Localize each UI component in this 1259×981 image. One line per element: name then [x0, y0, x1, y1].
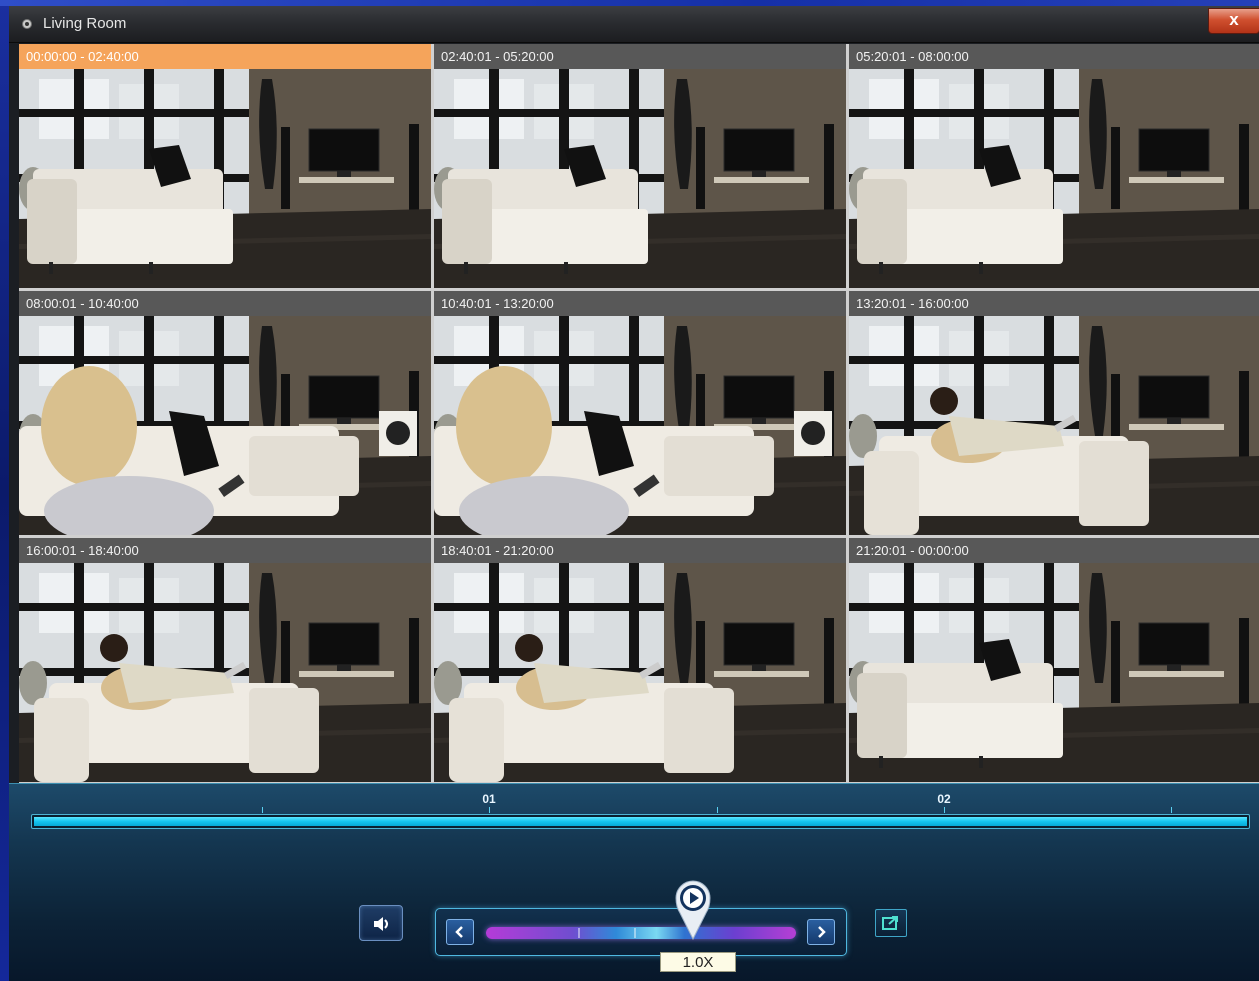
sound-button[interactable] [359, 905, 403, 941]
thumbnail-time-range: 10:40:01 - 13:20:00 [434, 291, 846, 316]
app-icon [22, 19, 32, 29]
close-button[interactable]: x [1208, 8, 1259, 34]
camera-snapshot [434, 563, 846, 782]
thumbnail-time-range: 02:40:01 - 05:20:00 [434, 44, 846, 69]
timeline-label-1: 01 [482, 792, 496, 806]
speed-track-mark [578, 928, 580, 938]
thumbnail-time-range: 21:20:01 - 00:00:00 [849, 538, 1259, 563]
camera-snapshot [434, 316, 846, 535]
desktop-frame-left [0, 0, 9, 981]
timeline-tick [489, 807, 490, 813]
speed-track-mark [634, 928, 636, 938]
camera-snapshot [19, 69, 431, 288]
timeline-tick [1171, 807, 1172, 813]
timeline-label-2: 02 [937, 792, 951, 806]
timeline-fill [34, 817, 1247, 826]
thumbnail-grid: 00:00:00 - 02:40:00 02:40:01 - 05:20:00 05… [19, 44, 1259, 784]
camera-snapshot [849, 69, 1259, 288]
camera-snapshot [19, 563, 431, 782]
title-bar[interactable]: Living Room x [9, 6, 1259, 43]
thumbnail-time-range: 16:00:01 - 18:40:00 [19, 538, 431, 563]
timeline-tick [262, 807, 263, 813]
camera-snapshot [849, 316, 1259, 535]
thumbnail-time-range: 18:40:01 - 21:20:00 [434, 538, 846, 563]
speed-value-label: 1.0X [660, 952, 736, 972]
playback-controls: 01 02 1.0X [9, 783, 1259, 981]
thumbnail-cell[interactable]: 16:00:01 - 18:40:00 [19, 538, 431, 782]
speed-control [435, 908, 847, 956]
export-button[interactable] [875, 909, 907, 937]
camera-snapshot [434, 69, 846, 288]
speed-down-button[interactable] [446, 919, 474, 945]
thumbnail-time-range: 13:20:01 - 16:00:00 [849, 291, 1259, 316]
player-window: Living Room x 00:00:00 - 02:40:00 02:40:0… [9, 6, 1259, 981]
thumbnail-cell[interactable]: 13:20:01 - 16:00:00 [849, 291, 1259, 535]
speed-slider-track[interactable] [486, 927, 796, 939]
speed-up-button[interactable] [807, 919, 835, 945]
thumbnail-time-range: 00:00:00 - 02:40:00 [19, 44, 431, 69]
thumbnail-time-range: 05:20:01 - 08:00:00 [849, 44, 1259, 69]
timeline-bar[interactable] [31, 814, 1250, 829]
camera-snapshot [849, 563, 1259, 782]
play-icon [674, 880, 712, 945]
timeline-tick [944, 807, 945, 813]
thumbnail-cell[interactable]: 00:00:00 - 02:40:00 [19, 44, 431, 288]
thumbnail-cell[interactable]: 18:40:01 - 21:20:00 [434, 538, 846, 782]
thumbnail-cell[interactable]: 02:40:01 - 05:20:00 [434, 44, 846, 288]
play-slider-handle[interactable] [674, 879, 712, 941]
thumbnail-cell[interactable]: 21:20:01 - 00:00:00 [849, 538, 1259, 782]
thumbnail-cell[interactable]: 08:00:01 - 10:40:00 [19, 291, 431, 535]
timeline-tick [717, 807, 718, 813]
thumbnail-time-range: 08:00:01 - 10:40:00 [19, 291, 431, 316]
thumbnail-cell[interactable]: 05:20:01 - 08:00:00 [849, 44, 1259, 288]
camera-snapshot [19, 316, 431, 535]
window-title: Living Room [43, 15, 127, 32]
thumbnail-cell[interactable]: 10:40:01 - 13:20:00 [434, 291, 846, 535]
